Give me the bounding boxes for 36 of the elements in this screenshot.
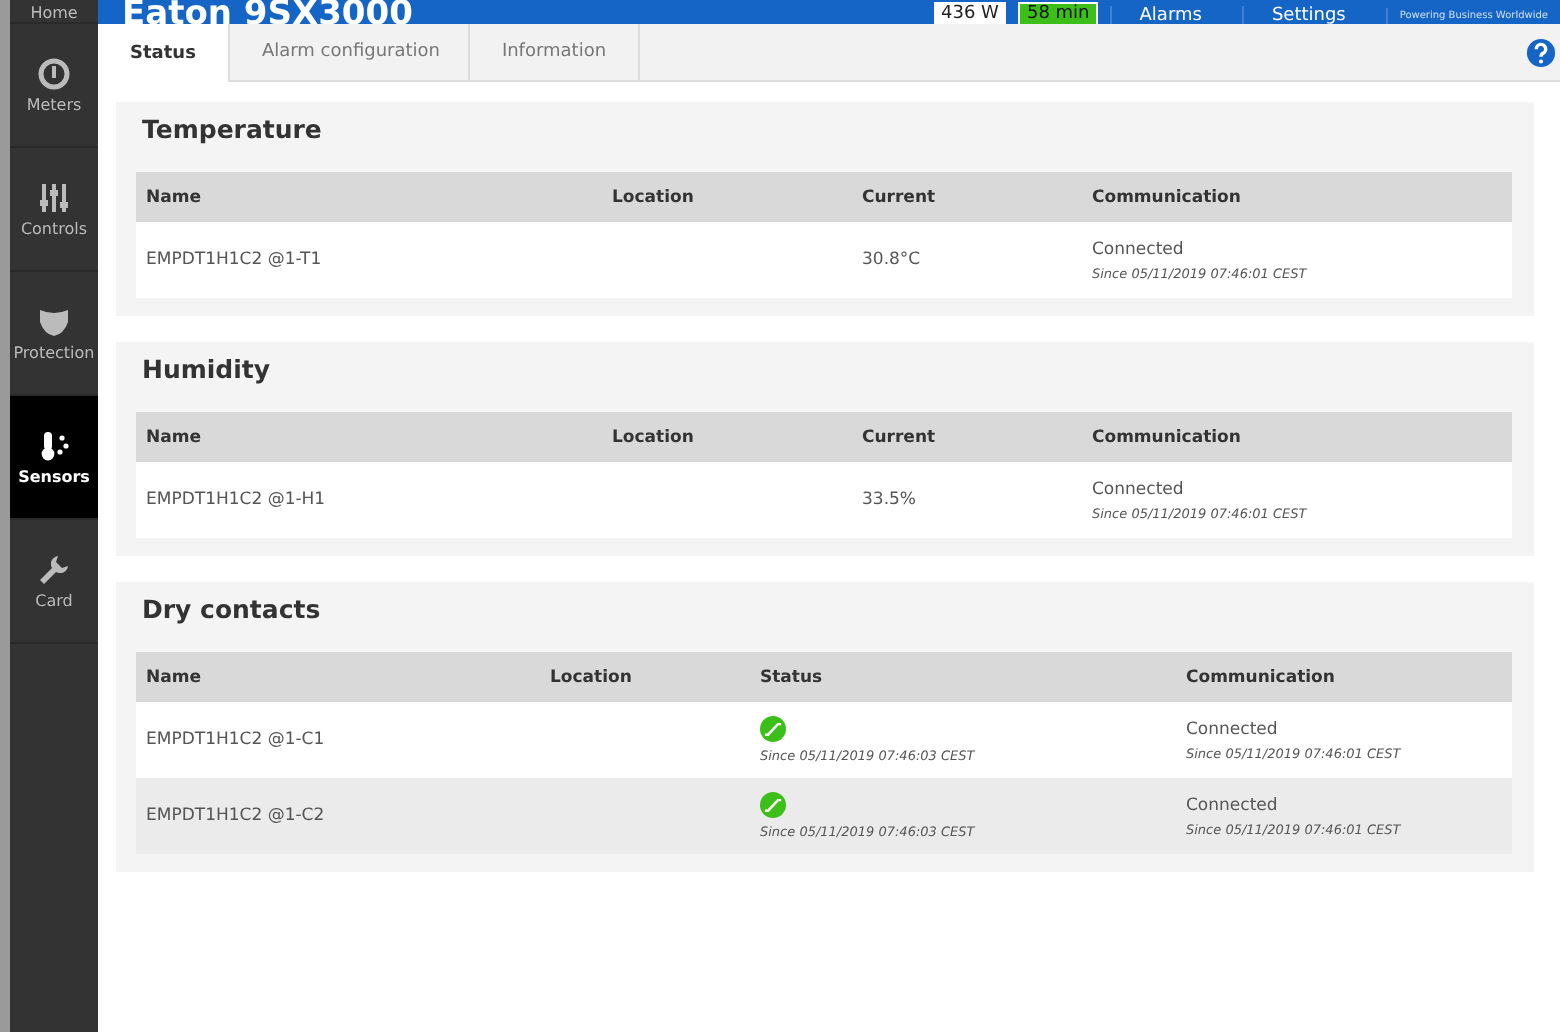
- column-header: Current: [852, 412, 1082, 462]
- column-header: Status: [750, 652, 1176, 702]
- column-header: Current: [852, 172, 1082, 222]
- connection-status: Connected: [1092, 479, 1186, 499]
- section-title: Dry contacts: [142, 594, 323, 624]
- runtime-reading: 58 min: [1018, 2, 1098, 24]
- connection-status: Connected: [1186, 795, 1280, 815]
- column-header: Name: [136, 412, 602, 462]
- column-header: Communication: [1176, 652, 1512, 702]
- table-cell: EMPDT1H1C2 @1-H1: [136, 462, 602, 538]
- wrench-icon: [38, 553, 70, 585]
- column-header: Name: [136, 652, 540, 702]
- column-header: Name: [136, 172, 602, 222]
- sliders-icon: [38, 181, 70, 213]
- tab[interactable]: Status: [98, 24, 230, 82]
- power-reading: 436 W: [933, 2, 1007, 24]
- connection-status: Connected: [1092, 239, 1186, 259]
- column-header: Location: [602, 412, 852, 462]
- column-header: Communication: [1082, 172, 1512, 222]
- table-cell: EMPDT1H1C2 @1-C1: [136, 702, 540, 778]
- table-cell: EMPDT1H1C2 @1-T1: [136, 222, 602, 298]
- shield-icon: [38, 305, 70, 337]
- section-title: Temperature: [142, 114, 324, 144]
- column-header: Location: [602, 172, 852, 222]
- sidebar-item[interactable]: Home: [10, 0, 98, 24]
- column-header: Communication: [1082, 412, 1512, 462]
- table-cell: 30.8°C: [852, 222, 1082, 298]
- sidebar-item[interactable]: Sensors: [10, 396, 98, 520]
- table-cell: EMPDT1H1C2 @1-C2: [136, 778, 540, 854]
- table-cell: 33.5%: [852, 462, 1082, 538]
- connection-status: Connected: [1186, 719, 1280, 739]
- gauge-icon: [38, 57, 70, 89]
- column-header: Location: [540, 652, 750, 702]
- thermometer-icon: [38, 429, 70, 461]
- section-title: Humidity: [142, 354, 273, 384]
- help-icon[interactable]: [1526, 38, 1556, 68]
